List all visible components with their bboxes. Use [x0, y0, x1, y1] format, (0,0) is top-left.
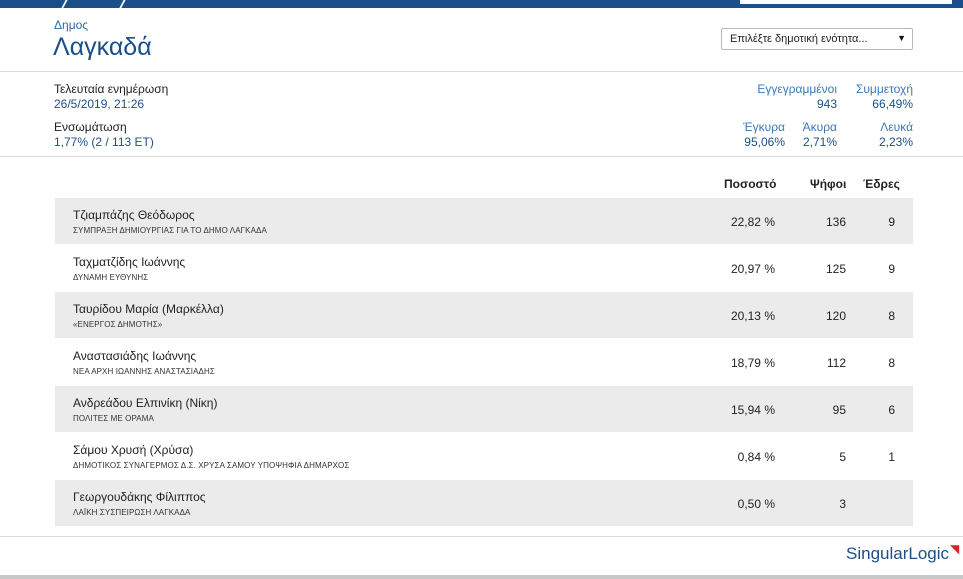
candidate-name: Ταυρίδου Μαρία (Μαρκέλλα) — [73, 302, 224, 316]
party-name: «ΕΝΕΡΓΟΣ ΔΗΜΟΤΗΣ» — [73, 320, 163, 329]
party-name: ΔΥΝΑΜΗ ΕΥΘΥΝΗΣ — [73, 273, 149, 282]
party-name: ΠΟΛΙΤΕΣ ΜΕ ΟΡΑΜΑ — [73, 414, 154, 423]
table-row: Γεωργουδάκης Φίλιππος ΛΑΪΚΗ ΣΥΣΠΕΙΡΩΣΗ Λ… — [55, 480, 913, 526]
dropdown-caret-icon: ▼ — [897, 33, 906, 43]
seats-value: 1 — [888, 450, 895, 464]
valid-value: 95,06% — [744, 135, 785, 149]
top-bar — [0, 0, 963, 10]
header-votes: Ψήφοι — [810, 177, 847, 191]
candidate-name: Σάμου Χρυσή (Χρύσα) — [73, 443, 194, 457]
last-update-value: 26/5/2019, 21:26 — [54, 97, 145, 111]
percent-value: 18,79 % — [730, 356, 775, 370]
candidate-name: Γεωργουδάκης Φίλιππος — [73, 490, 206, 504]
registered-label: Εγγεγραμμένοι — [757, 82, 837, 96]
blank-label: Λευκά — [880, 120, 913, 134]
invalid-value: 2,71% — [802, 135, 837, 149]
seats-value: 9 — [888, 262, 895, 276]
votes-value: 112 — [826, 356, 846, 370]
votes-value: 120 — [825, 309, 846, 323]
seats-value: 8 — [888, 309, 895, 323]
header-seats: Έδρες — [863, 177, 900, 191]
invalid-label: Άκυρα — [802, 120, 837, 134]
table-row: Ταχματζίδης Ιωάννης ΔΥΝΑΜΗ ΕΥΘΥΝΗΣ 20,97… — [55, 245, 913, 291]
turnout-label: Συμμετοχή — [855, 82, 913, 96]
turnout-value: 66,49% — [872, 97, 913, 111]
seats-value: 9 — [888, 215, 895, 229]
municipality-header: Δημος Λαγκαδά Επιλέξτε δημοτική ενότητα.… — [0, 8, 963, 72]
candidate-name: Τζιαμπάζης Θεόδωρος — [73, 208, 195, 222]
party-name: ΣΥΜΠΡΑΞΗ ΔΗΜΙΟΥΡΓΙΑΣ ΓΙΑ ΤΟ ΔΗΜΟ ΛΑΓΚΑΔΑ — [73, 226, 267, 235]
municipality-kind: Δημος — [54, 18, 89, 32]
party-name: ΝΕΑ ΑΡΧΗ ΙΩΑΝΝΗΣ ΑΝΑΣΤΑΣΙΑΔΗΣ — [73, 367, 215, 376]
municipal-unit-select[interactable]: Επιλέξτε δημοτική ενότητα... ▼ — [721, 28, 913, 50]
last-update-label: Τελευταία ενημέρωση — [54, 82, 169, 96]
logo-text: SingularLogic — [846, 544, 950, 563]
candidate-name: Ανδρεάδου Ελπινίκη (Νίκη) — [73, 396, 218, 410]
candidate-name: Ταχματζίδης Ιωάννης — [73, 255, 186, 269]
stats-panel: Τελευταία ενημέρωση 26/5/2019, 21:26 Ενσ… — [0, 73, 963, 157]
footer-divider — [0, 536, 963, 537]
party-name: ΛΑΪΚΗ ΣΥΣΠΕΙΡΩΣΗ ΛΑΓΚΑΔΑ — [73, 508, 191, 517]
table-row: Αναστασιάδης Ιωάννης ΝΕΑ ΑΡΧΗ ΙΩΑΝΝΗΣ ΑΝ… — [55, 339, 913, 385]
bottom-edge — [0, 575, 963, 579]
seats-value: 8 — [888, 356, 895, 370]
votes-value: 125 — [825, 262, 846, 276]
registered-value: 943 — [816, 97, 837, 111]
percent-value: 20,13 % — [730, 309, 775, 323]
blank-value: 2,23% — [878, 135, 913, 149]
municipal-unit-select-value: Επιλέξτε δημοτική ενότητα... — [730, 33, 868, 45]
percent-value: 0,50 % — [737, 497, 775, 511]
table-row: Ανδρεάδου Ελπινίκη (Νίκη) ΠΟΛΙΤΕΣ ΜΕ ΟΡΑ… — [55, 386, 913, 432]
votes-value: 5 — [839, 450, 846, 464]
top-bar-tab — [740, 0, 952, 4]
header-percent: Ποσοστό — [724, 177, 777, 191]
percent-value: 20,97 % — [730, 262, 775, 276]
votes-value: 136 — [825, 215, 846, 229]
integration-value: 1,77% (2 / 113 ΕΤ) — [54, 135, 154, 149]
seats-value: 6 — [888, 403, 895, 417]
valid-label: Έγκυρα — [743, 120, 785, 134]
percent-value: 15,94 % — [730, 403, 775, 417]
singularlogic-logo[interactable]: SingularLogic◥ — [846, 542, 960, 564]
logo-mark-icon: ◥ — [950, 542, 960, 556]
integration-label: Ενσωμάτωση — [54, 120, 127, 134]
party-name: ΔΗΜΟΤΙΚΟΣ ΣΥΝΑΓΕΡΜΟΣ Δ.Σ. ΧΡΥΣΑ ΣΑΜΟΥ ΥΠ… — [73, 461, 350, 470]
percent-value: 0,84 % — [737, 450, 775, 464]
votes-value: 95 — [832, 403, 846, 417]
table-row: Σάμου Χρυσή (Χρύσα) ΔΗΜΟΤΙΚΟΣ ΣΥΝΑΓΕΡΜΟΣ… — [55, 433, 913, 479]
candidate-name: Αναστασιάδης Ιωάννης — [73, 349, 197, 363]
table-row: Ταυρίδου Μαρία (Μαρκέλλα) «ΕΝΕΡΓΟΣ ΔΗΜΟΤ… — [55, 292, 913, 338]
municipality-name: Λαγκαδά — [53, 33, 152, 61]
votes-value: 3 — [839, 497, 846, 511]
table-row: Τζιαμπάζης Θεόδωρος ΣΥΜΠΡΑΞΗ ΔΗΜΙΟΥΡΓΙΑΣ… — [55, 198, 913, 244]
percent-value: 22,82 % — [730, 215, 775, 229]
